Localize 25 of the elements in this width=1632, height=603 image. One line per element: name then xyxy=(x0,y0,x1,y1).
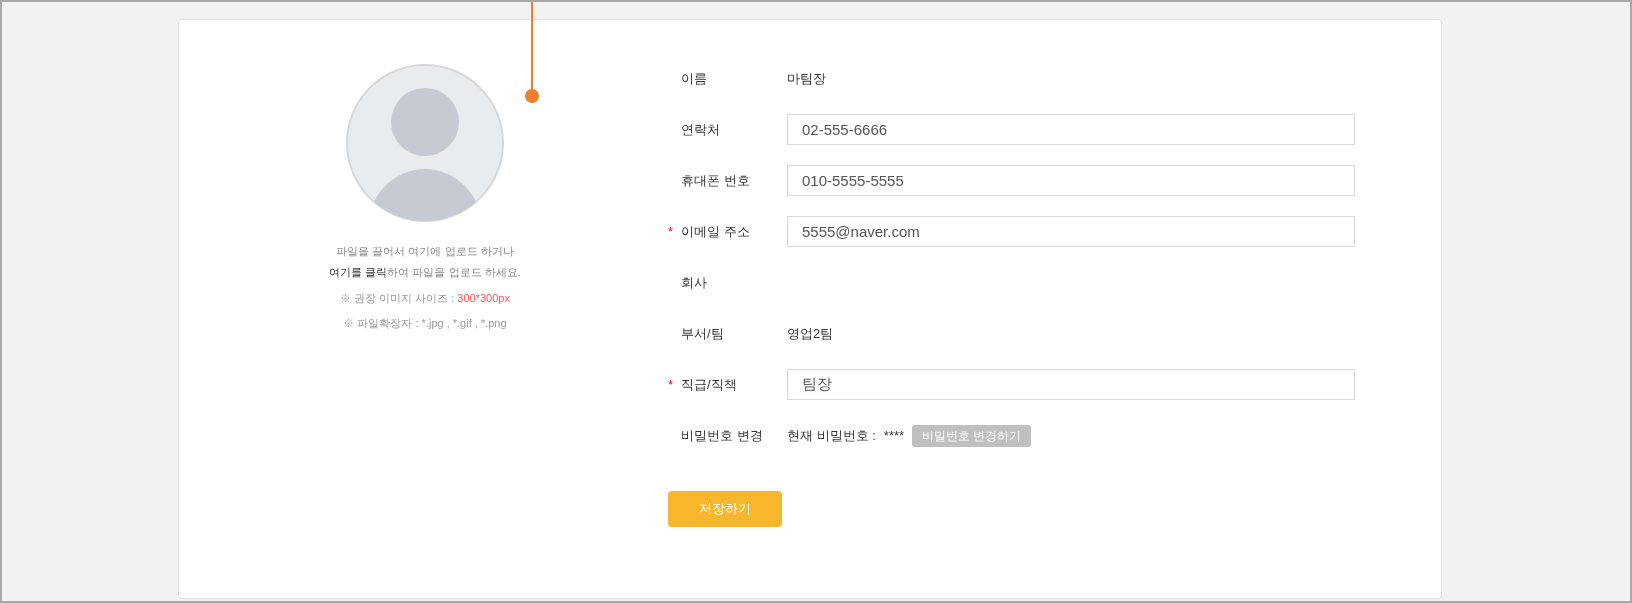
upload-instruction: 여기를 클릭하여 파일을 업로드 하세요. xyxy=(329,264,521,280)
text-input-field[interactable]: 5555@naver.com xyxy=(787,216,1355,247)
field-label: 이름 xyxy=(681,69,707,88)
avatar-placeholder-icon xyxy=(345,63,505,223)
text-input-field[interactable]: 02-555-6666 xyxy=(787,114,1355,145)
field-label: 직급/직책 xyxy=(681,375,737,394)
required-mark: * xyxy=(668,376,674,392)
text-input-field[interactable]: 010-5555-5555 xyxy=(787,165,1355,196)
field-value: 영업2팀 xyxy=(787,324,834,343)
upload-instruction: 파일을 끌어서 여기에 업로드 하거나 xyxy=(336,244,514,259)
annotation-pin-icon xyxy=(525,2,539,104)
field-value: 마팀장 xyxy=(787,69,826,88)
field-label: 휴대폰 번호 xyxy=(681,171,750,190)
field-label: 회사 xyxy=(681,273,707,292)
field-label: 비밀번호 변경 xyxy=(681,426,763,445)
size-note: ※ 권장 이미지 사이즈 : xyxy=(340,291,456,306)
field-label: 부서/팀 xyxy=(681,324,724,343)
password-label: 현재 비밀번호 : xyxy=(787,426,876,445)
field-label: 이메일 주소 xyxy=(681,222,750,241)
text-input-field[interactable]: 팀장 xyxy=(787,369,1355,400)
size-value: 300*300px xyxy=(457,291,510,306)
field-label: 연락처 xyxy=(681,120,720,139)
masked-password: **** xyxy=(883,426,905,445)
required-mark: * xyxy=(668,223,674,239)
extension-note: ※ 파일확장자 : *.jpg , *.gif , *.png xyxy=(343,315,507,331)
